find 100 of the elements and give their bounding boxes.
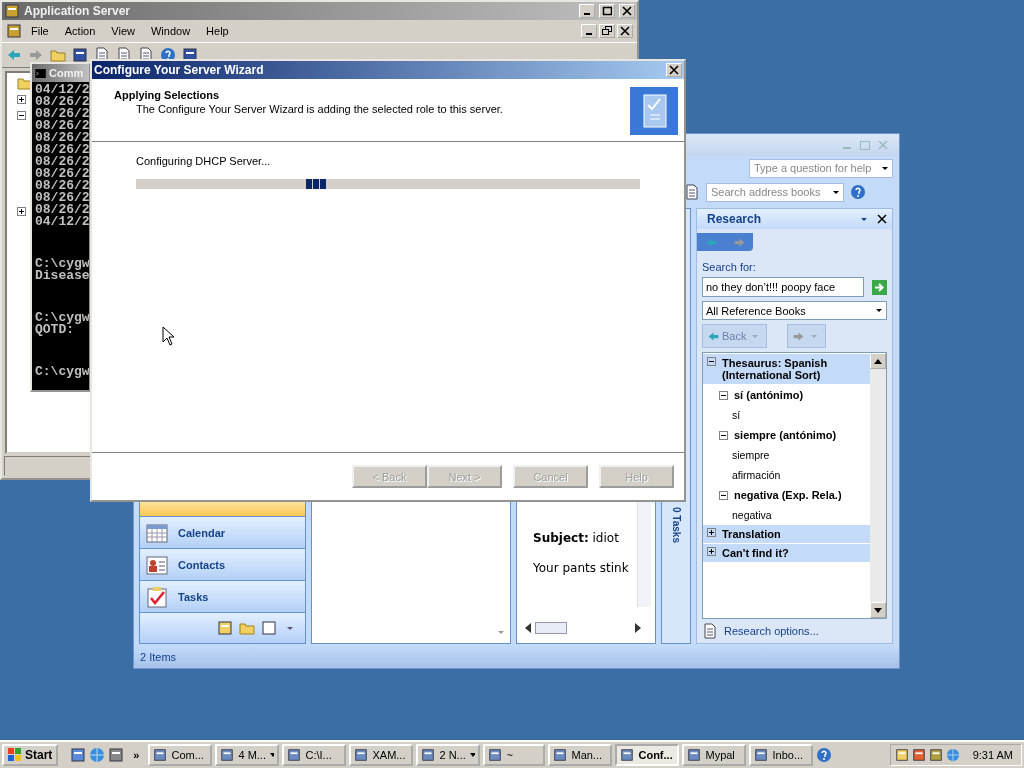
close-icon bbox=[620, 26, 630, 36]
dropdown-arrow-icon bbox=[469, 753, 476, 757]
scroll-left-icon[interactable] bbox=[525, 623, 531, 633]
checklist-icon bbox=[146, 585, 168, 608]
console-line: 04/12/2 bbox=[35, 84, 89, 96]
close-icon[interactable] bbox=[877, 214, 887, 224]
folder-icon bbox=[17, 75, 33, 91]
window-icon bbox=[72, 47, 88, 63]
close-icon bbox=[669, 65, 679, 75]
nav-item[interactable]: Calendar bbox=[140, 517, 305, 548]
window-icon bbox=[553, 748, 568, 762]
console-line: QOTD: bbox=[35, 324, 74, 336]
help-search-field[interactable]: Type a question for help bbox=[749, 158, 893, 178]
taskbar-button[interactable]: 4 M... bbox=[215, 744, 280, 766]
console-line: 08/26/2 bbox=[35, 108, 89, 120]
restore-icon bbox=[602, 26, 612, 36]
more-chevron[interactable]: » bbox=[127, 749, 146, 761]
window-icon bbox=[421, 748, 436, 762]
close-icon bbox=[622, 6, 632, 16]
research-options-link[interactable]: Research options... bbox=[724, 625, 819, 637]
back-arrow-icon bbox=[704, 235, 718, 249]
menu-item[interactable]: View bbox=[104, 23, 142, 39]
address-search-field[interactable]: Search address books bbox=[706, 182, 844, 202]
expand-icon[interactable] bbox=[707, 547, 716, 556]
expand-icon[interactable] bbox=[707, 528, 716, 537]
go-arrow-icon[interactable] bbox=[872, 279, 887, 295]
console-icon bbox=[34, 66, 47, 80]
window-icon bbox=[287, 748, 302, 762]
window-icon bbox=[687, 748, 702, 762]
search-field[interactable]: no they don’t!!! poopy face bbox=[702, 277, 864, 297]
horizontal-scrollbar[interactable] bbox=[525, 619, 641, 637]
restore-button[interactable] bbox=[599, 24, 615, 38]
flag-icon bbox=[8, 748, 22, 762]
expand-icon[interactable] bbox=[17, 94, 26, 104]
taskbar-button[interactable]: XAM... bbox=[349, 744, 414, 766]
taskbar-button[interactable]: C:\I... bbox=[282, 744, 347, 766]
window-icon bbox=[754, 748, 769, 762]
vertical-scrollbar[interactable] bbox=[870, 353, 886, 618]
collapse-icon[interactable] bbox=[17, 110, 26, 120]
status-text: 2 Items bbox=[134, 646, 899, 668]
taskbar-button[interactable]: 2 N... bbox=[416, 744, 481, 766]
entry-heading: siempre (antónimo) bbox=[734, 429, 837, 441]
clock: 9:31 AM bbox=[972, 749, 1013, 761]
synonym-link[interactable]: sí bbox=[703, 405, 870, 425]
maximize-icon bbox=[602, 6, 612, 16]
synonym-link[interactable]: siempre bbox=[703, 445, 870, 465]
menu-item[interactable]: Action bbox=[57, 23, 103, 39]
window-title: Configure Your Server Wizard bbox=[94, 63, 265, 77]
taskbar-button[interactable]: Conf... bbox=[615, 744, 680, 766]
page-description: The Configure Your Server Wizard is adding the selected role to this server. bbox=[135, 103, 504, 115]
research-section[interactable]: Can't find it? bbox=[703, 544, 870, 562]
minimize-icon bbox=[584, 13, 590, 15]
scroll-up-button[interactable] bbox=[870, 353, 886, 369]
scroll-right-icon[interactable] bbox=[635, 623, 641, 633]
maximize-button[interactable] bbox=[599, 4, 615, 18]
minimize-button[interactable] bbox=[581, 24, 597, 38]
help-icon bbox=[816, 747, 833, 763]
research-section[interactable]: Thesaurus: Spanish (International Sort) bbox=[703, 354, 870, 384]
calendar-icon bbox=[146, 521, 168, 544]
start-button[interactable]: Start bbox=[2, 744, 59, 766]
console-line: 08/26/2 bbox=[35, 168, 89, 180]
window-icon bbox=[620, 748, 635, 762]
collapse-icon[interactable] bbox=[719, 390, 728, 400]
minimize-button[interactable] bbox=[579, 4, 595, 18]
window-icon bbox=[220, 748, 235, 762]
down-triangle-icon bbox=[874, 607, 882, 613]
dropdown-arrow-icon bbox=[270, 753, 275, 757]
expand-icon[interactable] bbox=[17, 206, 26, 216]
scroll-down-button[interactable] bbox=[870, 602, 886, 618]
page-heading: Applying Selections bbox=[114, 89, 221, 101]
synonym-link[interactable]: afirmación bbox=[703, 465, 870, 485]
entry-heading: sí (antónimo) bbox=[734, 389, 804, 401]
research-section[interactable]: Translation bbox=[703, 525, 870, 543]
forward-arrow-icon bbox=[28, 47, 44, 63]
minimize-icon bbox=[586, 33, 592, 35]
section-title: Can't find it? bbox=[722, 547, 789, 559]
message-body: Your pants stink bbox=[533, 561, 630, 575]
console-line: 08/26/2 bbox=[35, 120, 89, 132]
reference-dropdown[interactable]: All Reference Books bbox=[702, 301, 887, 320]
taskbar-button[interactable]: Inbo... bbox=[749, 744, 814, 766]
nav-item[interactable]: Contacts bbox=[140, 549, 305, 580]
collapse-icon[interactable] bbox=[707, 357, 716, 366]
menu-item[interactable]: File bbox=[24, 23, 56, 39]
collapse-icon[interactable] bbox=[719, 490, 728, 500]
synonym-link[interactable]: negativa bbox=[703, 505, 870, 525]
collapse-icon[interactable] bbox=[719, 430, 728, 440]
section-title: Translation bbox=[722, 528, 781, 540]
window-icon bbox=[488, 748, 503, 762]
help-icon bbox=[850, 184, 866, 200]
menu-item[interactable]: Window bbox=[143, 23, 198, 39]
menu-item[interactable]: Help bbox=[199, 23, 236, 39]
taskbar-button[interactable]: Com... bbox=[148, 744, 213, 766]
back-arrow-icon bbox=[707, 329, 720, 343]
taskbar-button[interactable]: ~ bbox=[483, 744, 546, 766]
console-line: 08/26/2 bbox=[35, 180, 89, 192]
taskbar-button[interactable]: Man... bbox=[548, 744, 613, 766]
taskbar-button[interactable]: Mypal bbox=[682, 744, 747, 766]
nav-item[interactable]: Tasks bbox=[140, 581, 305, 612]
app-icon bbox=[6, 23, 22, 39]
window-title: Application Server bbox=[24, 4, 132, 18]
